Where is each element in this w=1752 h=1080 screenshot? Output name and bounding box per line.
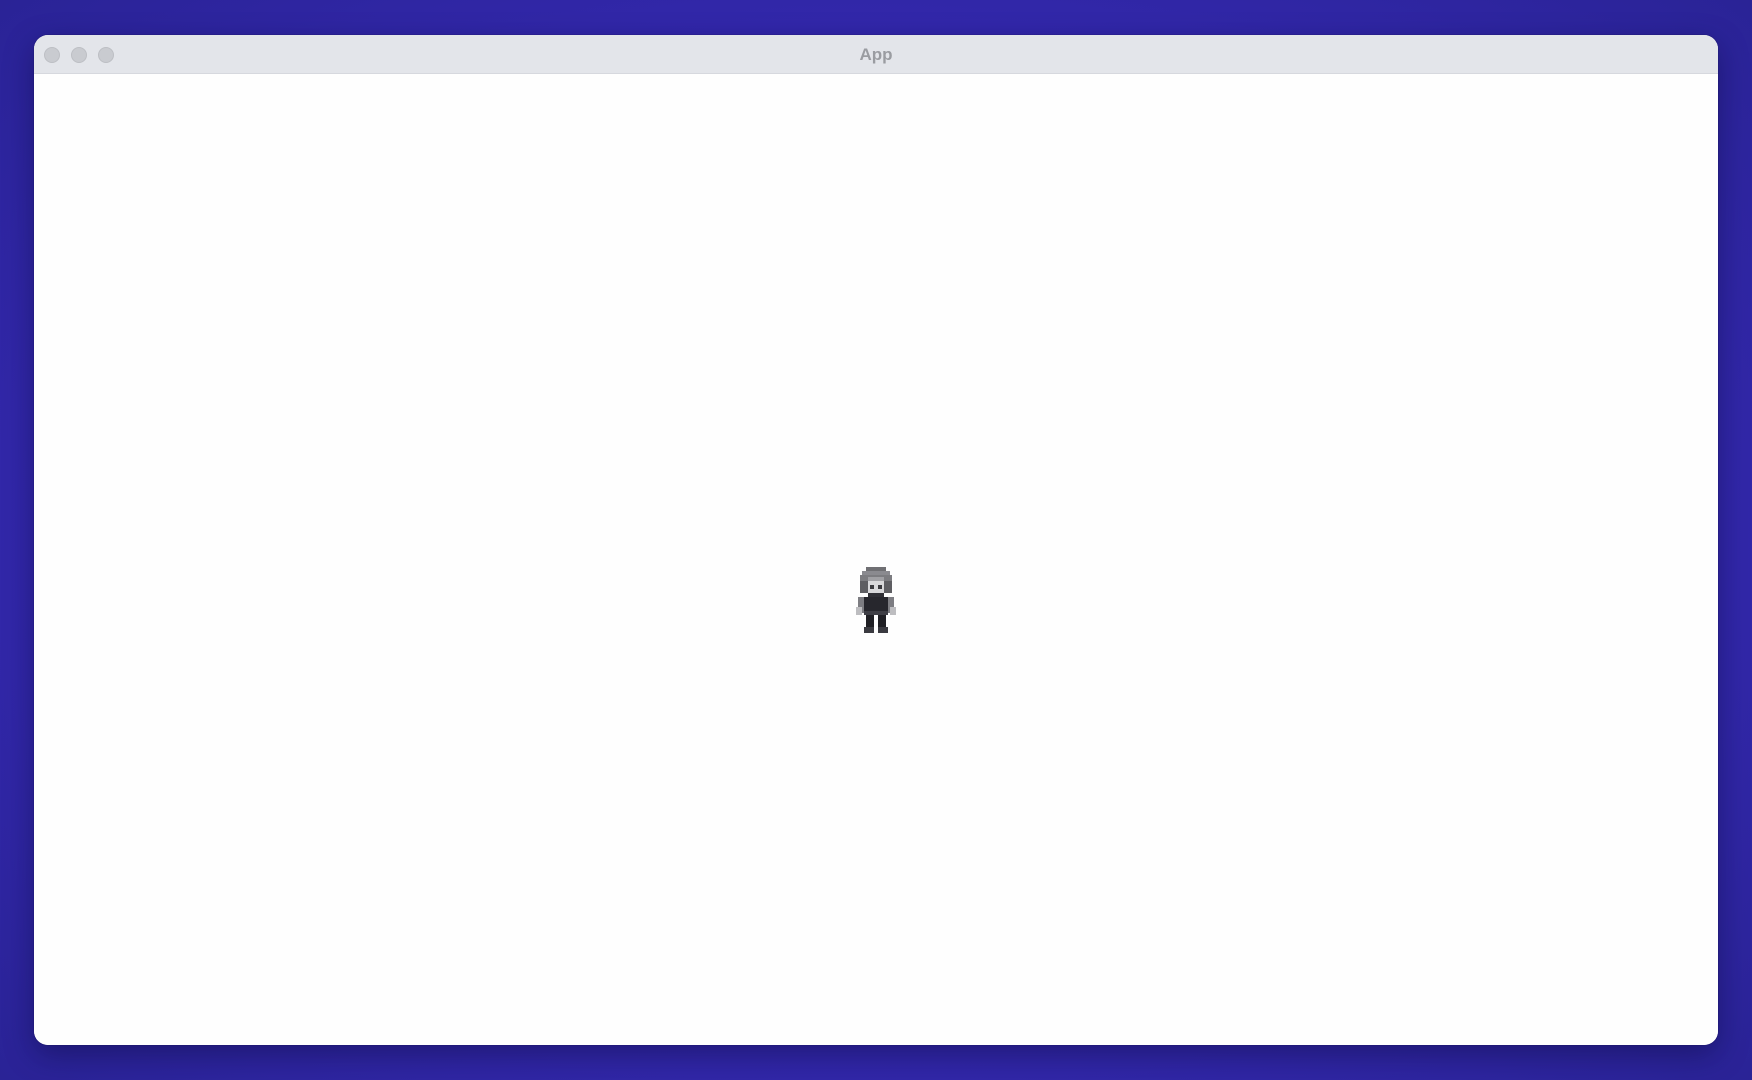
pixel-character-sprite	[856, 567, 896, 633]
game-canvas[interactable]	[34, 74, 1718, 1045]
app-window: App	[34, 35, 1718, 1045]
title-bar[interactable]: App	[34, 35, 1718, 74]
window-title: App	[859, 45, 893, 64]
